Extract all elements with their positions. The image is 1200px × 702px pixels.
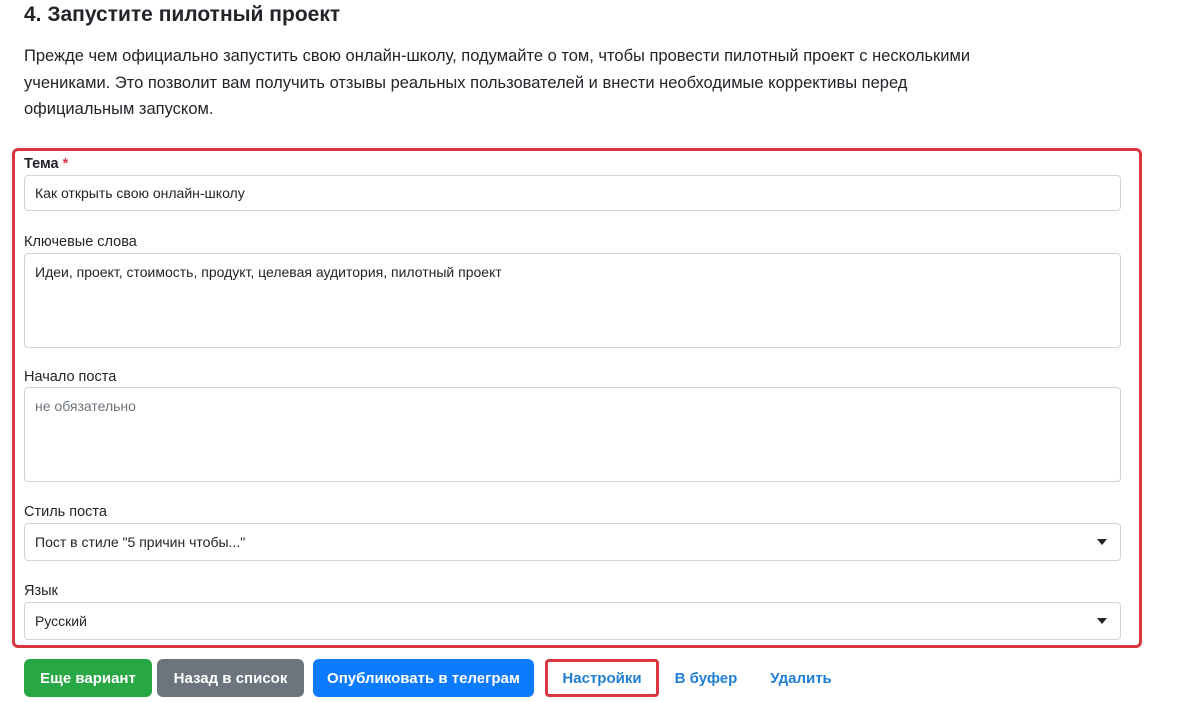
required-mark: * bbox=[62, 156, 69, 172]
settings-button[interactable]: Настройки bbox=[545, 659, 659, 697]
keywords-textarea[interactable]: Идеи, проект, стоимость, продукт, целева… bbox=[24, 253, 1121, 348]
language-label: Язык bbox=[24, 583, 58, 599]
another-variant-button[interactable]: Еще вариант bbox=[24, 659, 152, 697]
copy-to-buffer-button[interactable]: В буфер bbox=[668, 659, 744, 697]
topic-label-text: Тема bbox=[24, 156, 59, 172]
chevron-down-icon bbox=[1097, 539, 1107, 545]
publish-telegram-button[interactable]: Опубликовать в телеграм bbox=[313, 659, 534, 697]
post-style-select[interactable]: Пост в стиле "5 причин чтобы..." bbox=[24, 523, 1121, 561]
delete-button[interactable]: Удалить bbox=[764, 659, 838, 697]
topic-label: Тема * bbox=[24, 155, 68, 173]
post-start-label: Начало поста bbox=[24, 369, 117, 385]
post-style-value: Пост в стиле "5 причин чтобы..." bbox=[35, 534, 246, 550]
keywords-label: Ключевые слова bbox=[24, 234, 137, 250]
back-to-list-button[interactable]: Назад в список bbox=[157, 659, 304, 697]
section-heading: 4. Запустите пилотный проект bbox=[24, 3, 341, 26]
section-intro: Прежде чем официально запустить свою онл… bbox=[24, 47, 971, 118]
post-style-label: Стиль поста bbox=[24, 504, 107, 520]
chevron-down-icon bbox=[1097, 618, 1107, 624]
language-value: Русский bbox=[35, 613, 87, 629]
language-select[interactable]: Русский bbox=[24, 602, 1121, 640]
topic-input[interactable] bbox=[24, 175, 1121, 211]
post-start-textarea[interactable] bbox=[24, 387, 1121, 482]
